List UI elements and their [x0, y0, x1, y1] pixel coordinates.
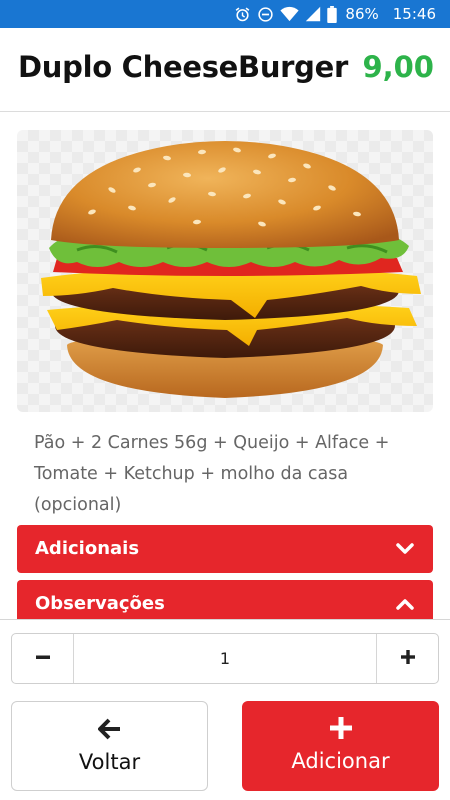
clock: 15:46 [392, 5, 436, 23]
status-bar: 86% 15:46 [0, 0, 450, 28]
quantity-value[interactable]: 1 [74, 634, 376, 683]
increment-button[interactable] [376, 634, 438, 683]
product-image [17, 130, 433, 412]
chevron-down-icon [395, 539, 415, 563]
plus-icon [400, 649, 416, 669]
battery-icon [327, 5, 338, 23]
alarm-icon [234, 6, 251, 23]
accordion-label: Adicionais [35, 538, 140, 559]
product-title: Duplo CheeseBurger [18, 50, 349, 84]
accordion-adicionais[interactable]: Adicionais [17, 525, 433, 573]
chevron-up-icon [395, 594, 415, 618]
product-header: Duplo CheeseBurger 9,00 [0, 28, 450, 112]
product-price: 9,00 [362, 50, 434, 84]
wifi-icon [280, 6, 300, 22]
add-button-label: Adicionar [291, 749, 390, 773]
do-not-disturb-icon [257, 6, 274, 23]
accordion-label: Observações [35, 593, 165, 614]
back-button-label: Voltar [78, 750, 141, 774]
quantity-stepper: 1 [11, 633, 439, 684]
bottom-action-panel: 1 Voltar Adicionar [0, 619, 450, 800]
signal-icon [305, 6, 321, 22]
plus-icon [242, 717, 439, 739]
status-icons: 86% 15:46 [234, 0, 436, 28]
product-description: Pão + 2 Carnes 56g + Queijo + Alface + T… [34, 433, 390, 515]
back-button[interactable]: Voltar [11, 701, 208, 791]
minus-icon [35, 649, 51, 669]
arrow-left-icon [12, 718, 207, 740]
decrement-button[interactable] [12, 634, 74, 683]
add-to-cart-button[interactable]: Adicionar [242, 701, 439, 791]
battery-percent: 86% [345, 5, 379, 23]
